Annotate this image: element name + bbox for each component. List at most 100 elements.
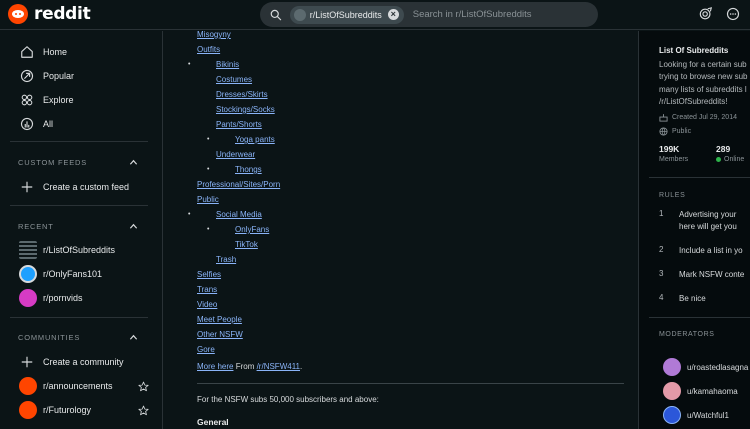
visibility: Public (659, 127, 691, 136)
link-gore[interactable]: Gore (197, 345, 215, 354)
advertise-icon[interactable] (699, 7, 713, 21)
sidebar-item-home[interactable]: Home (20, 43, 67, 61)
link-professional[interactable]: Professional/Sites/Porn (197, 180, 280, 189)
recent-item-label: r/ListOfSubreddits (43, 245, 116, 255)
link-underwear[interactable]: Underwear (216, 150, 255, 159)
link-trans[interactable]: Trans (197, 285, 217, 294)
star-icon[interactable] (138, 405, 149, 416)
online-dot-icon (716, 157, 721, 162)
rule-number: 4 (659, 293, 664, 302)
description-line: Looking for a certain sub (659, 60, 747, 69)
moderator-item[interactable]: u/roastedlasagna (663, 358, 748, 376)
nsfw411-link[interactable]: /r/NSFW411 (257, 362, 300, 371)
recent-header[interactable]: RECENT (18, 222, 138, 231)
rule-text: here will get you (679, 222, 737, 231)
subreddit-avatar-icon (19, 289, 37, 307)
link-video[interactable]: Video (197, 300, 217, 309)
reddit-logo[interactable]: reddit (8, 4, 91, 24)
more-here-link[interactable]: More here (197, 362, 233, 371)
divider (649, 317, 750, 318)
community-item-label: r/announcements (43, 381, 113, 391)
link-pants-shorts[interactable]: Pants/Shorts (216, 120, 262, 129)
rule-number: 2 (659, 245, 664, 254)
link-onlyfans[interactable]: OnlyFans (235, 225, 269, 234)
sidebar-item-popular[interactable]: Popular (20, 67, 74, 85)
recent-item[interactable]: r/ListOfSubreddits (19, 241, 149, 259)
rule-text: Be nice (679, 294, 706, 303)
link-trash[interactable]: Trash (216, 255, 236, 264)
moderators-title: MODERATORS (659, 331, 715, 338)
divider (10, 317, 148, 318)
link-thongs[interactable]: Thongs (235, 165, 262, 174)
link-social-media[interactable]: Social Media (216, 210, 262, 219)
link-selfies[interactable]: Selfies (197, 270, 221, 279)
chevron-up-icon (129, 334, 138, 340)
post-body: Misogyny Outfits • Bikinis Costumes Dres… (188, 31, 625, 357)
moderator-name: u/roastedlasagna (687, 362, 749, 372)
rule-item[interactable]: 1 Advertising your here will get you (659, 209, 737, 233)
close-icon[interactable]: × (387, 9, 399, 20)
divider (10, 205, 148, 206)
recent-item[interactable]: r/OnlyFans101 (19, 265, 149, 283)
divider (649, 177, 750, 178)
moderator-item[interactable]: u/Watchful1 (663, 406, 729, 424)
user-avatar (663, 358, 681, 376)
link-yoga-pants[interactable]: Yoga pants (235, 135, 275, 144)
community-item[interactable]: r/announcements (19, 377, 149, 395)
bullet: • (188, 61, 191, 68)
community-item[interactable]: r/Futurology (19, 401, 149, 419)
link-costumes[interactable]: Costumes (216, 75, 252, 84)
period-text: . (300, 362, 303, 371)
members-label: Members (659, 156, 689, 163)
rule-item[interactable]: 2 Include a list in yo (659, 245, 743, 257)
community-item-label: r/Futurology (43, 405, 92, 415)
rule-number: 3 (659, 269, 664, 278)
create-community-button[interactable]: Create a community (20, 353, 124, 371)
online-stat: 289 Online (716, 144, 744, 163)
sidebar-item-all[interactable]: All (20, 115, 53, 133)
reddit-snoo-icon (19, 377, 37, 395)
link-stockings-socks[interactable]: Stockings/Socks (216, 105, 275, 114)
custom-feeds-header[interactable]: CUSTOM FEEDS (18, 158, 138, 167)
star-icon[interactable] (138, 381, 149, 392)
moderator-item[interactable]: u/kamahaoma (663, 382, 738, 400)
link-tiktok[interactable]: TikTok (235, 240, 258, 249)
create-custom-feed-button[interactable]: Create a custom feed (20, 178, 129, 196)
link-other-nsfw[interactable]: Other NSFW (197, 330, 243, 339)
left-sidebar: Home Popular Explore All CUSTOM FEEDS Cr… (0, 31, 163, 429)
online-label: Online (724, 156, 745, 163)
chevron-up-icon (129, 159, 138, 165)
section-title: RECENT (18, 222, 54, 231)
members-count: 199K (659, 144, 680, 154)
link-dresses-skirts[interactable]: Dresses/Skirts (216, 90, 268, 99)
link-outfits[interactable]: Outfits (197, 45, 220, 54)
create-custom-feed-label: Create a custom feed (43, 182, 130, 192)
link-meet-people[interactable]: Meet People (197, 315, 242, 324)
communities-header[interactable]: COMMUNITIES (18, 333, 138, 342)
sidebar-item-explore[interactable]: Explore (20, 91, 74, 109)
user-avatar (663, 382, 681, 400)
rule-text: Advertising your (679, 210, 737, 219)
chevron-up-icon (129, 223, 138, 229)
rule-item[interactable]: 4 Be nice (659, 293, 706, 305)
link-public[interactable]: Public (197, 195, 219, 204)
recent-item[interactable]: r/pornvids (19, 289, 149, 307)
link-misogyny[interactable]: Misogyny (197, 31, 231, 39)
rule-text: Include a list in yo (679, 246, 743, 255)
more-here-line: More here From /r/NSFW411. (197, 362, 302, 371)
about-community-panel: List Of Subreddits Looking for a certain… (638, 31, 750, 429)
bullet: • (207, 226, 210, 233)
online-count: 289 (716, 144, 731, 154)
search-bar[interactable]: r/ListOfSubreddits × (260, 2, 598, 27)
plus-icon (21, 356, 33, 368)
search-input[interactable] (412, 9, 598, 20)
bullet: • (207, 166, 210, 173)
rule-item[interactable]: 3 Mark NSFW conte (659, 269, 744, 281)
plus-icon (21, 181, 33, 193)
link-bikinis[interactable]: Bikinis (216, 60, 239, 69)
rule-number: 1 (659, 209, 664, 218)
chat-icon[interactable] (726, 7, 740, 21)
subs-paragraph: For the NSFW subs 50,000 subscribers and… (197, 395, 379, 404)
user-avatar (663, 406, 681, 424)
create-community-label: Create a community (43, 357, 124, 367)
